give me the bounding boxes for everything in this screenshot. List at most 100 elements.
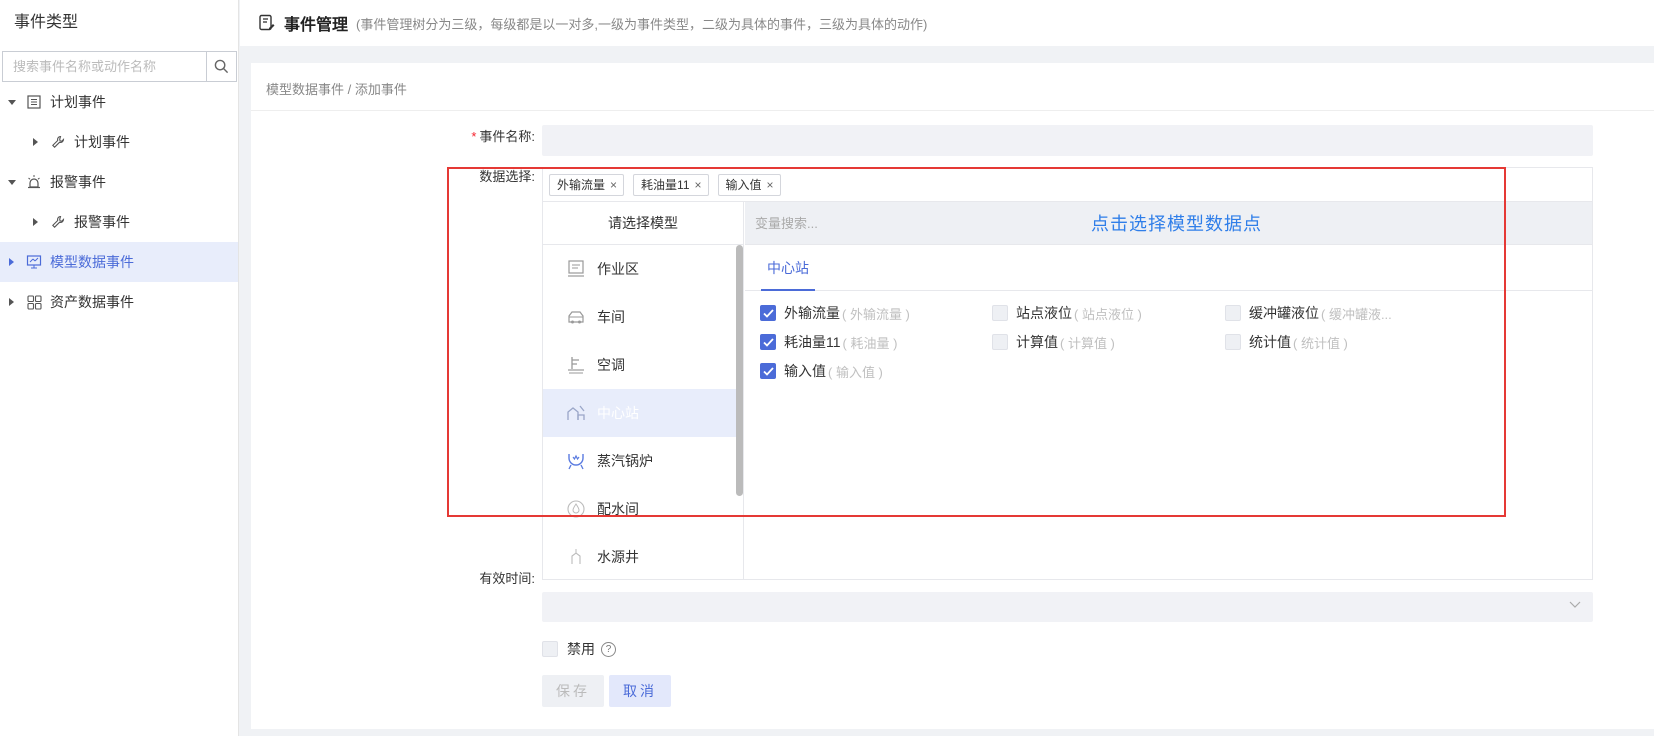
monitor-icon	[26, 254, 42, 270]
model-item-label: 配水间	[597, 501, 639, 517]
close-icon[interactable]: ×	[610, 178, 617, 192]
tree-item-alarm-event-child[interactable]: 报警事件	[0, 202, 238, 242]
model-item-water-distribution[interactable]: 配水间	[543, 485, 736, 533]
check-icon	[762, 308, 774, 318]
option-statistic-value[interactable]: 统计值( 统计值 )	[1225, 332, 1348, 352]
option-computed-value[interactable]: 计算值( 计算值 )	[992, 332, 1115, 352]
option-station-level[interactable]: 站点液位( 站点液位 )	[992, 303, 1142, 323]
option-export-flow[interactable]: 外输流量( 外输流量 )	[760, 303, 910, 323]
checkbox-unchecked[interactable]	[1225, 334, 1241, 350]
option-label: 耗油量11	[784, 334, 841, 350]
event-type-tree: 计划事件 计划事件 报警事件 报警事件 模型数据事件 资产数据事件	[0, 82, 238, 322]
model-list-header: 请选择模型	[543, 202, 743, 245]
sidebar-title: 事件类型	[14, 14, 79, 31]
search-icon	[214, 59, 229, 74]
tree-item-label: 计划事件	[50, 94, 106, 110]
grid-icon	[26, 294, 42, 310]
model-item-work-area[interactable]: 作业区	[543, 245, 736, 293]
cancel-button[interactable]: 取消	[609, 675, 671, 707]
model-item-central-station[interactable]: 中心站	[543, 389, 736, 437]
required-mark: *	[471, 129, 477, 144]
caret-down-icon[interactable]	[8, 180, 16, 185]
close-icon[interactable]: ×	[695, 178, 702, 192]
event-name-label: * 事件名称:	[471, 129, 535, 144]
edit-document-icon	[259, 14, 275, 31]
option-label: 外输流量	[784, 305, 840, 321]
option-input-value[interactable]: 输入值( 输入值 )	[760, 361, 883, 381]
sidebar-search-input[interactable]	[2, 51, 206, 82]
option-buffer-tank-level[interactable]: 缓冲罐液位( 缓冲罐液...	[1225, 303, 1392, 323]
caret-right-icon[interactable]	[9, 258, 14, 266]
tree-item-label: 报警事件	[50, 174, 106, 190]
alarm-light-icon	[26, 174, 42, 190]
tree-item-label: 资产数据事件	[50, 294, 134, 310]
check-icon	[762, 366, 774, 376]
tree-item-model-data-events[interactable]: 模型数据事件	[0, 242, 238, 282]
model-list: 请选择模型 作业区 车间 空调 中心站 蒸汽锅炉 配水间 水源井	[543, 202, 744, 579]
selected-tag: 外输流量 ×	[549, 173, 625, 196]
option-fuel-consumption[interactable]: 耗油量11( 耗油量 )	[760, 332, 897, 352]
checkbox-unchecked[interactable]	[992, 305, 1008, 321]
option-sublabel: ( 缓冲罐液...	[1321, 306, 1392, 322]
air-conditioner-icon	[566, 355, 586, 375]
tree-item-label: 报警事件	[74, 214, 130, 230]
tab-bar: 中心站	[745, 246, 1592, 291]
data-select-label: 数据选择:	[479, 169, 535, 184]
option-sublabel: ( 耗油量 )	[842, 335, 898, 351]
check-icon	[762, 337, 774, 347]
tree-item-label: 模型数据事件	[50, 254, 134, 270]
breadcrumb-divider	[251, 110, 1654, 111]
selected-tags: 外输流量 × 耗油量11 × 输入值 ×	[543, 168, 1592, 201]
option-sublabel: ( 计算值 )	[1060, 335, 1115, 351]
option-label: 缓冲罐液位	[1249, 305, 1319, 321]
search-button[interactable]	[206, 51, 237, 82]
work-area-icon	[566, 259, 586, 279]
option-label: 统计值	[1249, 334, 1291, 350]
checkbox-checked[interactable]	[760, 305, 776, 321]
workshop-icon	[566, 307, 586, 327]
caret-down-icon[interactable]	[8, 100, 16, 105]
option-label: 站点液位	[1016, 305, 1072, 321]
model-item-label: 水源井	[597, 549, 639, 565]
page-title: 事件管理	[284, 17, 349, 34]
option-label: 输入值	[784, 363, 826, 379]
disable-checkbox[interactable]	[542, 641, 558, 657]
save-button[interactable]: 保存	[542, 675, 604, 707]
valid-time-select[interactable]	[542, 592, 1593, 622]
tab-central-station[interactable]: 中心站	[761, 246, 815, 291]
sidebar-search	[2, 51, 237, 82]
sidebar: 事件类型 计划事件 计划事件 报警事件	[0, 0, 239, 736]
model-item-label: 车间	[597, 309, 625, 325]
close-icon[interactable]: ×	[767, 178, 774, 192]
model-item-label: 作业区	[597, 261, 639, 277]
option-label: 计算值	[1016, 334, 1058, 350]
model-item-label: 蒸汽锅炉	[597, 453, 653, 469]
caret-right-icon[interactable]	[9, 298, 14, 306]
model-item-workshop[interactable]: 车间	[543, 293, 736, 341]
caret-right-icon[interactable]	[33, 138, 38, 146]
breadcrumb: 模型数据事件 / 添加事件	[266, 82, 407, 97]
content-card: 模型数据事件 / 添加事件 * 事件名称: 数据选择: 外输流量 × 耗油量11 × …	[251, 63, 1654, 729]
model-item-air-conditioner[interactable]: 空调	[543, 341, 736, 389]
tree-item-asset-data-events[interactable]: 资产数据事件	[0, 282, 238, 322]
disable-option[interactable]: 禁用 ?	[542, 639, 616, 659]
checkbox-unchecked[interactable]	[1225, 305, 1241, 321]
event-name-input[interactable]	[542, 125, 1593, 156]
selected-tag: 耗油量11 ×	[633, 173, 709, 196]
model-item-water-well[interactable]: 水源井	[543, 533, 736, 579]
tree-item-plan-events[interactable]: 计划事件	[0, 82, 238, 122]
tree-item-label: 计划事件	[74, 134, 130, 150]
option-sublabel: ( 统计值 )	[1293, 335, 1348, 351]
help-icon[interactable]: ?	[601, 641, 616, 657]
tree-item-alarm-events[interactable]: 报警事件	[0, 162, 238, 202]
caret-right-icon[interactable]	[33, 218, 38, 226]
variable-search-input[interactable]	[755, 202, 885, 245]
checkbox-checked[interactable]	[760, 363, 776, 379]
model-list-scrollbar[interactable]	[736, 245, 743, 496]
checkbox-checked[interactable]	[760, 334, 776, 350]
disable-label: 禁用	[567, 641, 595, 657]
tree-item-plan-event-child[interactable]: 计划事件	[0, 122, 238, 162]
checkbox-unchecked[interactable]	[992, 334, 1008, 350]
valid-time-label: 有效时间:	[479, 571, 535, 586]
model-item-steam-boiler[interactable]: 蒸汽锅炉	[543, 437, 736, 485]
